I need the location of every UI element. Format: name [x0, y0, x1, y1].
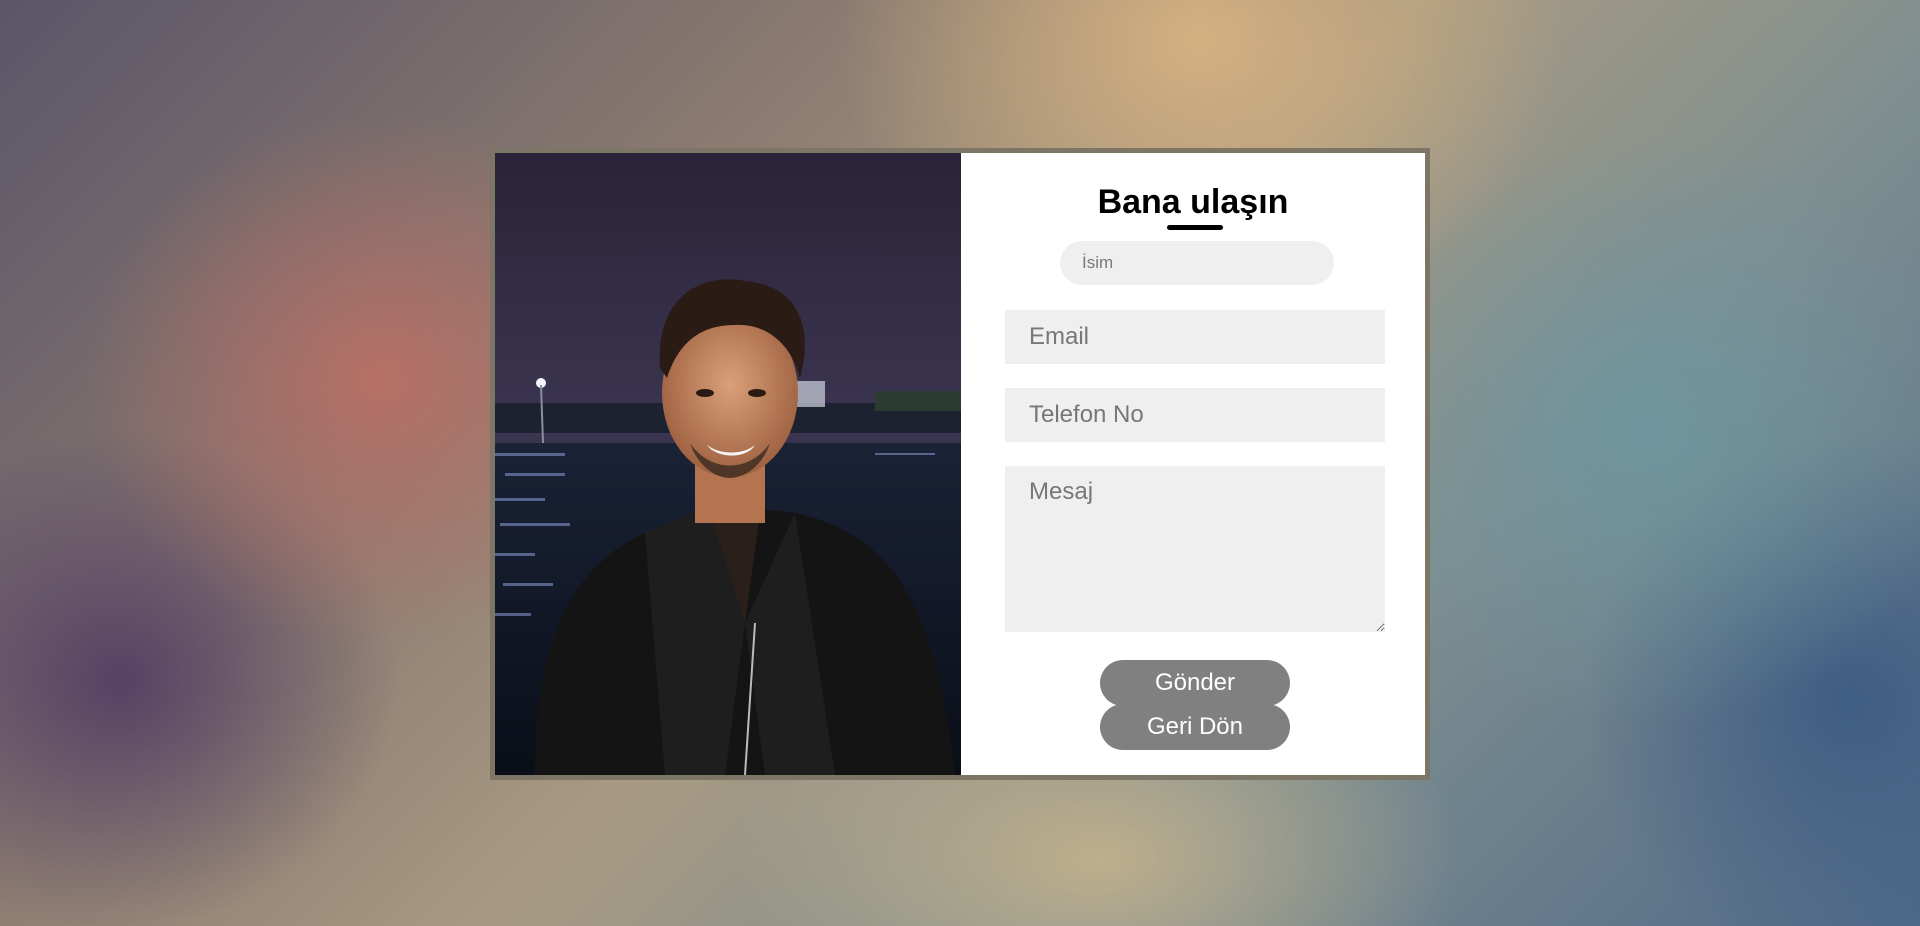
contact-card: Bana ulaşın Gönder Geri Dön: [490, 148, 1430, 780]
message-textarea[interactable]: [1005, 466, 1385, 632]
name-input[interactable]: [1060, 241, 1334, 285]
contact-form: Bana ulaşın Gönder Geri Dön: [961, 153, 1425, 775]
back-button[interactable]: Geri Dön: [1100, 704, 1290, 750]
phone-field[interactable]: [1005, 388, 1385, 442]
portrait-illustration: [495, 153, 961, 775]
email-field[interactable]: [1005, 310, 1385, 364]
portrait-photo: [495, 153, 961, 775]
send-button[interactable]: Gönder: [1100, 660, 1290, 706]
form-title: Bana ulaşın: [1097, 183, 1289, 221]
title-underline: [1167, 225, 1223, 230]
